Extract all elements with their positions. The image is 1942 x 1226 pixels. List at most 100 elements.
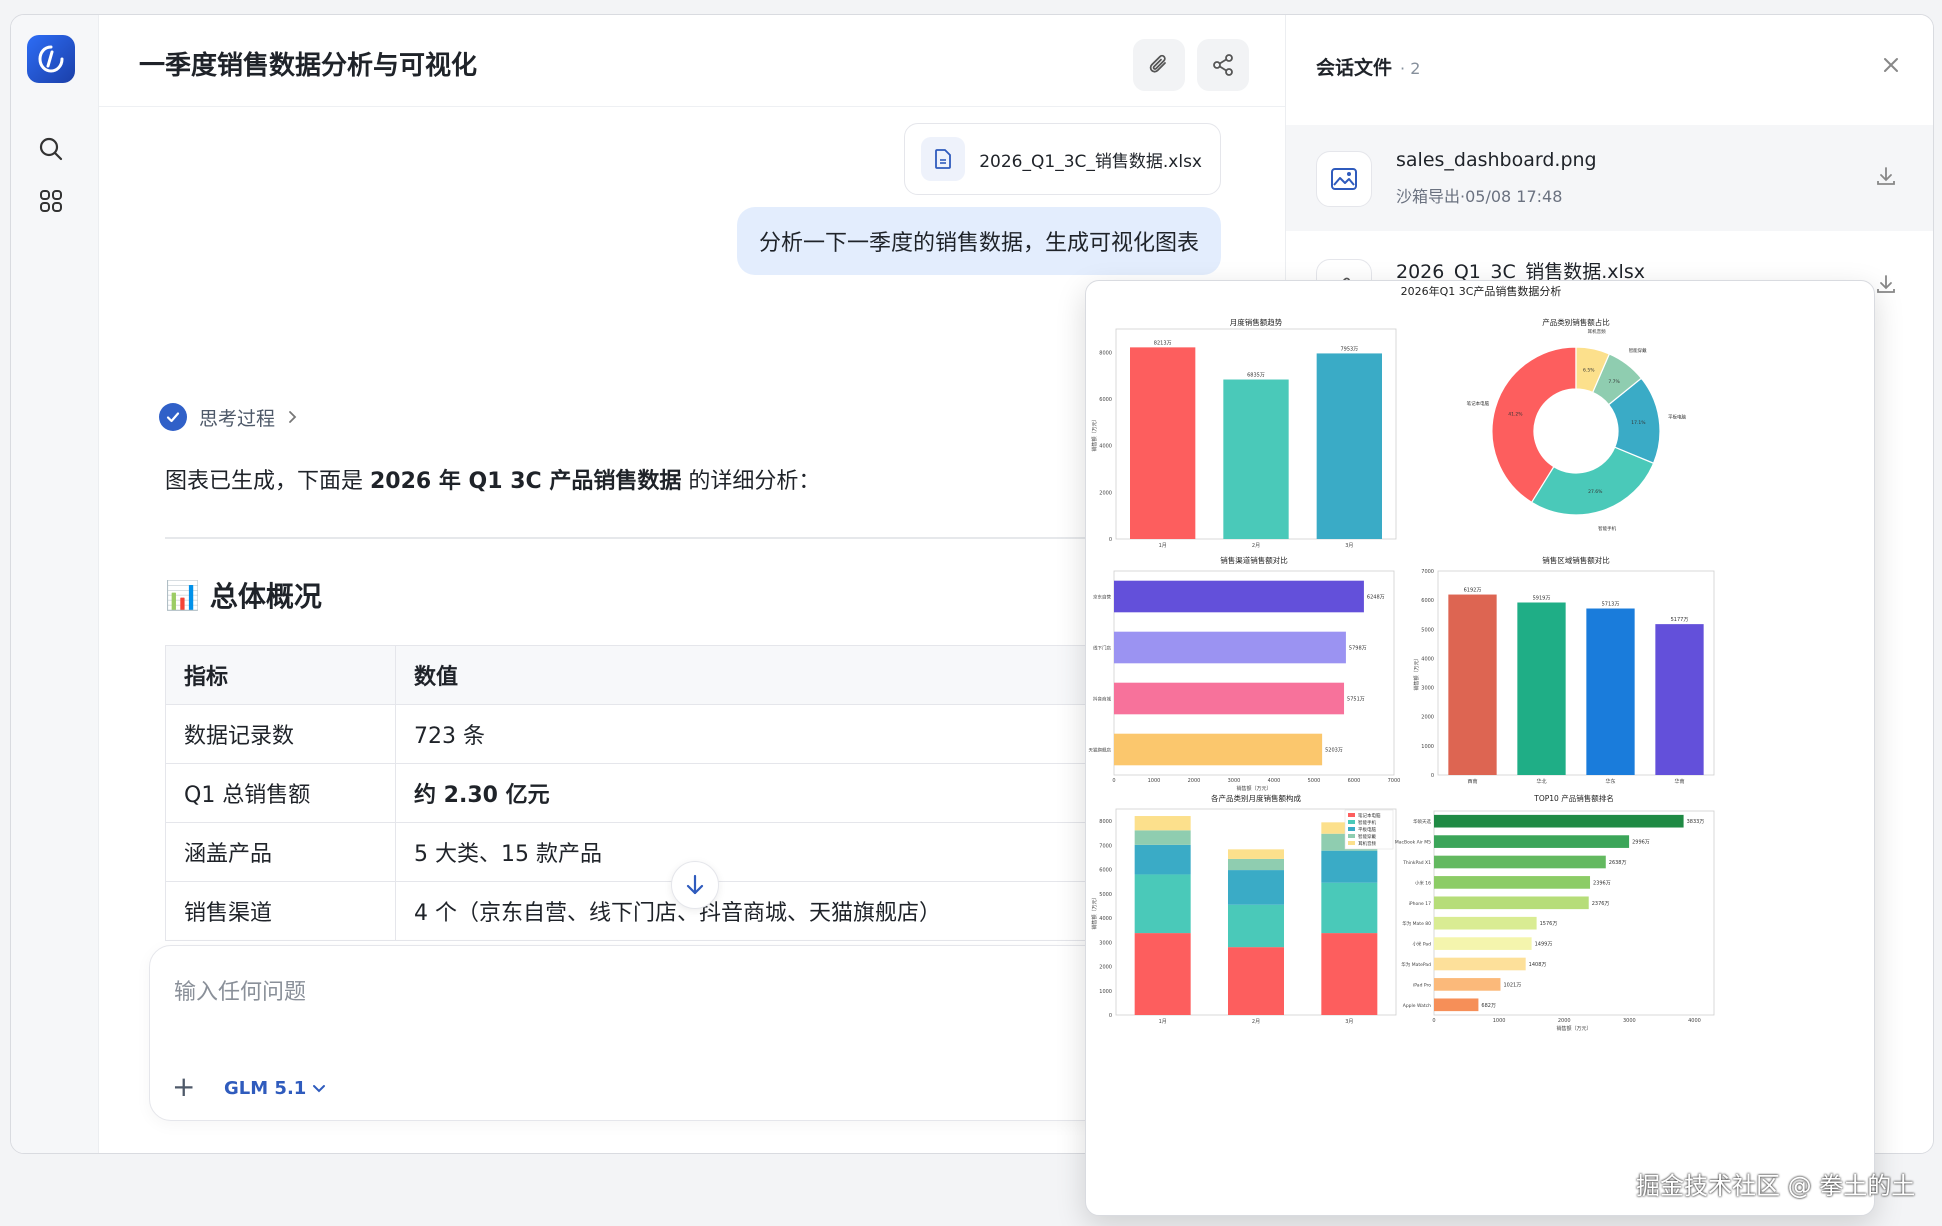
file-item[interactable]: sales_dashboard.png 沙箱导出·05/08 17:48 bbox=[1286, 125, 1933, 231]
apps-grid-icon[interactable] bbox=[35, 185, 67, 217]
monthly-trend-ytick-label: 6000 bbox=[1099, 397, 1112, 403]
intro-highlight: 2026 年 Q1 3C 产品销售数据 bbox=[370, 469, 682, 494]
top10-products-xtick-label: 4000 bbox=[1688, 1018, 1701, 1024]
category-monthly-stack-xtick-label: 3月 bbox=[1345, 1019, 1353, 1025]
panel-header: 会话文件 · 2 bbox=[1316, 53, 1420, 80]
category-monthly-stack-xtick-label: 1月 bbox=[1159, 1019, 1167, 1025]
scroll-to-bottom-button[interactable] bbox=[671, 861, 719, 909]
monthly-trend-xtick-label: 1月 bbox=[1159, 543, 1167, 549]
left-rail bbox=[11, 15, 99, 1153]
category-share-pct-label: 17.1% bbox=[1631, 420, 1646, 426]
top10-products-bar bbox=[1434, 957, 1526, 971]
category-monthly-stack-stack-segment bbox=[1134, 844, 1191, 875]
channel-compare-data-label: 5203万 bbox=[1325, 748, 1343, 754]
top10-products-bar bbox=[1434, 896, 1589, 910]
search-icon[interactable] bbox=[35, 133, 67, 165]
top10-products-data-label: 2638万 bbox=[1609, 860, 1627, 866]
region-compare-xtick-label: 华北 bbox=[1536, 778, 1546, 785]
monthly-trend-ytick-label: 2000 bbox=[1099, 490, 1112, 496]
category-monthly-stack-legend-label: 笔记本电脑 bbox=[1358, 812, 1381, 819]
close-icon[interactable] bbox=[1881, 55, 1901, 79]
top10-products-ytick-label: Apple Watch bbox=[1403, 1003, 1431, 1009]
top10-products-xtick-label: 3000 bbox=[1623, 1018, 1636, 1024]
top10-products-ytick-label: 华为 MatePad bbox=[1401, 961, 1431, 968]
download-icon[interactable] bbox=[1875, 165, 1897, 191]
region-compare-xtick-label: 华南 bbox=[1674, 778, 1684, 785]
top10-products-data-label: 2376万 bbox=[1592, 901, 1610, 907]
top10-products-ytick-label: 小米 Pad bbox=[1412, 941, 1431, 948]
category-share-pct-label: 7.7% bbox=[1608, 379, 1620, 385]
user-attachment-chip[interactable]: 2026_Q1_3C_销售数据.xlsx bbox=[904, 123, 1221, 195]
category-monthly-stack-ytick-label: 6000 bbox=[1099, 868, 1112, 874]
top10-products-bar bbox=[1434, 814, 1684, 828]
download-icon[interactable] bbox=[1875, 273, 1897, 299]
category-monthly-stack-stack-segment bbox=[1134, 816, 1191, 831]
table-cell: 数据记录数 bbox=[165, 704, 396, 764]
app-logo[interactable] bbox=[27, 35, 75, 83]
paperclip-icon bbox=[1149, 54, 1166, 73]
channel-compare-xtick-label: 2000 bbox=[1188, 778, 1201, 784]
channel-compare-xtick-label: 4000 bbox=[1268, 778, 1281, 784]
channel-compare-ytick-label: 线下门店 bbox=[1093, 645, 1111, 652]
table-header-cell: 指标 bbox=[165, 645, 396, 705]
region-compare-ytick-label: 0 bbox=[1431, 773, 1434, 779]
channel-compare-bar bbox=[1114, 682, 1345, 715]
panel-title: 会话文件 bbox=[1316, 57, 1393, 79]
region-compare-ytick-label: 2000 bbox=[1421, 715, 1434, 721]
page-title: 一季度销售数据分析与可视化 bbox=[139, 51, 478, 81]
monthly-trend-data-label: 6835万 bbox=[1247, 373, 1265, 379]
dashboard-suptitle: 2026年Q1 3C产品销售数据分析 bbox=[1401, 284, 1562, 298]
region-compare-xtick-label: 西南 bbox=[1467, 778, 1477, 785]
add-plus-icon[interactable]: + bbox=[172, 1070, 195, 1103]
top10-products-bar bbox=[1434, 978, 1501, 991]
monthly-trend-bar bbox=[1223, 379, 1289, 539]
category-share-category-label: 笔记本电脑 bbox=[1467, 400, 1490, 407]
category-monthly-stack-stack-segment bbox=[1321, 850, 1378, 883]
region-compare-data-label: 5919万 bbox=[1533, 596, 1551, 602]
region-compare-data-label: 5713万 bbox=[1602, 602, 1620, 608]
thinking-toggle[interactable]: 思考过程 bbox=[159, 403, 299, 431]
category-monthly-stack-legend-swatch bbox=[1348, 834, 1355, 838]
check-circle-icon bbox=[159, 403, 187, 431]
attachment-filename: 2026_Q1_3C_销售数据.xlsx bbox=[979, 151, 1202, 172]
channel-compare-data-label: 5751万 bbox=[1347, 697, 1365, 703]
attach-button[interactable] bbox=[1133, 39, 1185, 91]
region-compare-bar bbox=[1655, 624, 1704, 775]
share-button[interactable] bbox=[1197, 39, 1249, 91]
category-monthly-stack-legend-swatch bbox=[1348, 841, 1355, 845]
monthly-trend-ytick-label: 0 bbox=[1109, 537, 1112, 543]
category-monthly-stack-ytick-label: 4000 bbox=[1099, 916, 1112, 922]
region-compare-ytick-label: 1000 bbox=[1421, 744, 1434, 750]
composer-input[interactable]: 输入任何问题 bbox=[174, 974, 306, 1006]
region-compare-data-label: 6192万 bbox=[1464, 588, 1482, 594]
region-compare-data-label: 5177万 bbox=[1671, 617, 1689, 623]
top10-products-ytick-label: iPhone 17 bbox=[1409, 901, 1431, 907]
watermark-text: 掘金技术社区 @ 拳土的土 bbox=[1636, 1172, 1916, 1200]
image-preview-popover[interactable]: 2026年Q1 3C产品销售数据分析 月度销售额趋势 0 2000 4000 6000 80… bbox=[1085, 280, 1875, 1216]
top10-products-ytick-label: ThinkPad X1 bbox=[1402, 860, 1431, 866]
category-monthly-stack-legend-swatch bbox=[1348, 813, 1355, 817]
model-selector[interactable]: GLM 5.1 bbox=[224, 1078, 326, 1099]
top10-products-data-label: 2996万 bbox=[1632, 840, 1650, 846]
region-compare-ytick-label: 6000 bbox=[1421, 598, 1434, 604]
top10-products-ytick-label: 华为 Mate 80 bbox=[1402, 920, 1431, 927]
channel-compare-xtick-label: 7000 bbox=[1388, 778, 1401, 784]
section-title: 总体概况 bbox=[209, 580, 322, 613]
monthly-trend-ytick-label: 8000 bbox=[1099, 350, 1112, 356]
logo-icon bbox=[38, 45, 64, 73]
category-monthly-stack-stack-segment bbox=[1228, 904, 1284, 948]
channel-compare-xtick-label: 6000 bbox=[1348, 778, 1361, 784]
channel-compare-bar bbox=[1114, 631, 1346, 664]
monthly-trend-data-label: 7953万 bbox=[1340, 346, 1358, 352]
channel-compare-data-label: 5798万 bbox=[1349, 646, 1367, 652]
top10-products-data-label: 3833万 bbox=[1687, 819, 1705, 825]
region-compare-bar bbox=[1517, 602, 1566, 775]
category-monthly-stack-ytick-label: 2000 bbox=[1099, 965, 1112, 971]
category-monthly-stack-ytick-label: 7000 bbox=[1099, 843, 1112, 849]
monthly-trend-xtick-label: 3月 bbox=[1345, 543, 1353, 549]
top10-products-xtick-label: 0 bbox=[1432, 1018, 1435, 1024]
category-monthly-stack-stack-segment bbox=[1134, 933, 1191, 1015]
user-message-bubble: 分析一下一季度的销售数据，生成可视化图表 bbox=[736, 207, 1221, 275]
region-compare-xtick-label: 华东 bbox=[1605, 778, 1615, 785]
monthly-trend-ylabel: 销售额（万元） bbox=[1091, 416, 1098, 451]
